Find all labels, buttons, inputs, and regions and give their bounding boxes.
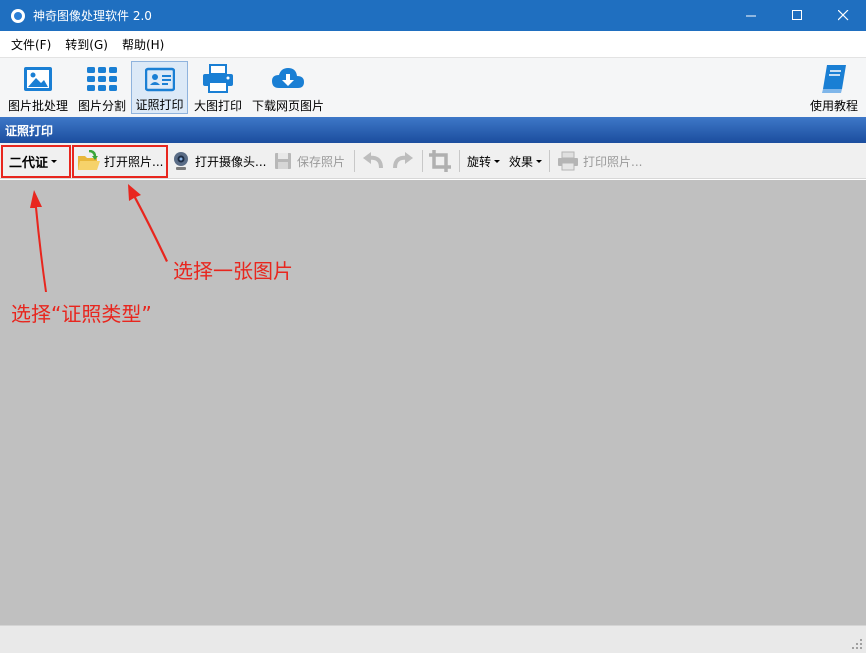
annotation-select-image: 选择一张图片 bbox=[173, 259, 293, 283]
arrow-to-id-type-icon bbox=[30, 190, 47, 292]
resize-grip-icon[interactable] bbox=[851, 638, 863, 650]
annotation-select-type: 选择“证照类型” bbox=[11, 302, 152, 326]
status-bar bbox=[0, 625, 866, 653]
arrow-to-open-photo-icon bbox=[128, 184, 168, 262]
